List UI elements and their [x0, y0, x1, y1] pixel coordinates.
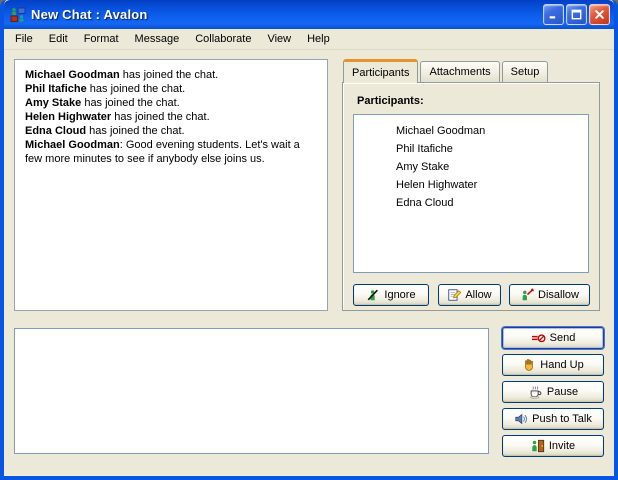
participants-label: Participants: — [357, 95, 424, 107]
menu-edit[interactable]: Edit — [41, 30, 76, 48]
ignore-button[interactable]: Ignore — [353, 284, 429, 306]
participants-list[interactable]: Michael Goodman Phil Itafiche Amy Stake … — [353, 114, 589, 273]
maximize-icon — [571, 9, 582, 20]
speaker-icon — [514, 412, 528, 426]
participant-row[interactable]: Phil Itafiche — [354, 140, 588, 158]
pause-button[interactable]: Pause — [502, 381, 604, 403]
close-button[interactable] — [589, 4, 610, 25]
close-icon — [594, 9, 605, 20]
send-button[interactable]: Send — [502, 327, 604, 349]
menu-view[interactable]: View — [259, 30, 299, 48]
app-icon — [10, 7, 26, 23]
menu-collaborate[interactable]: Collaborate — [187, 30, 259, 48]
hand-icon — [522, 358, 536, 372]
tab-participants[interactable]: Participants — [343, 59, 418, 83]
participant-row[interactable]: Edna Cloud — [354, 194, 588, 212]
chat-message: Michael Goodman: Good evening students. … — [25, 138, 317, 166]
invite-button[interactable]: Invite — [502, 435, 604, 457]
tab-attachments[interactable]: Attachments — [420, 61, 499, 82]
menu-file[interactable]: File — [7, 30, 41, 48]
allow-pad-pencil-icon — [447, 288, 461, 302]
maximize-button[interactable] — [566, 4, 587, 25]
push-to-talk-button[interactable]: Push to Talk — [502, 408, 604, 430]
hand-up-button[interactable]: Hand Up — [502, 354, 604, 376]
message-input[interactable] — [14, 328, 489, 454]
send-icon — [531, 332, 546, 345]
chat-message: Amy Stake has joined the chat. — [25, 96, 317, 110]
window-title: New Chat : Avalon — [31, 7, 543, 22]
allow-button[interactable]: Allow — [438, 284, 501, 306]
ignore-person-icon — [366, 288, 380, 302]
chat-message: Edna Cloud has joined the chat. — [25, 124, 317, 138]
chat-window: New Chat : Avalon File Edit Format Messa… — [0, 0, 618, 480]
chat-message: Helen Highwater has joined the chat. — [25, 110, 317, 124]
menu-bar: File Edit Format Message Collaborate Vie… — [4, 29, 614, 50]
participant-row[interactable]: Michael Goodman — [354, 122, 588, 140]
coffee-cup-icon — [528, 385, 543, 399]
invite-door-person-icon — [531, 439, 545, 453]
tab-strip: Participants Attachments Setup — [343, 59, 550, 82]
participant-row[interactable]: Helen Highwater — [354, 176, 588, 194]
menu-help[interactable]: Help — [299, 30, 338, 48]
chat-message: Phil Itafiche has joined the chat. — [25, 82, 317, 96]
participants-tabpage: Participants: Michael Goodman Phil Itafi… — [342, 82, 600, 311]
chat-message: Michael Goodman has joined the chat. — [25, 68, 317, 82]
chat-transcript[interactable]: Michael Goodman has joined the chat. Phi… — [14, 59, 328, 311]
window-body: Michael Goodman has joined the chat. Phi… — [4, 50, 614, 475]
menu-message[interactable]: Message — [127, 30, 188, 48]
tab-setup[interactable]: Setup — [502, 61, 549, 82]
menu-format[interactable]: Format — [76, 30, 127, 48]
disallow-button[interactable]: Disallow — [509, 284, 590, 306]
titlebar[interactable]: New Chat : Avalon — [4, 0, 614, 29]
participant-row[interactable]: Amy Stake — [354, 158, 588, 176]
minimize-icon — [548, 9, 559, 20]
minimize-button[interactable] — [543, 4, 564, 25]
disallow-person-icon — [520, 288, 534, 302]
